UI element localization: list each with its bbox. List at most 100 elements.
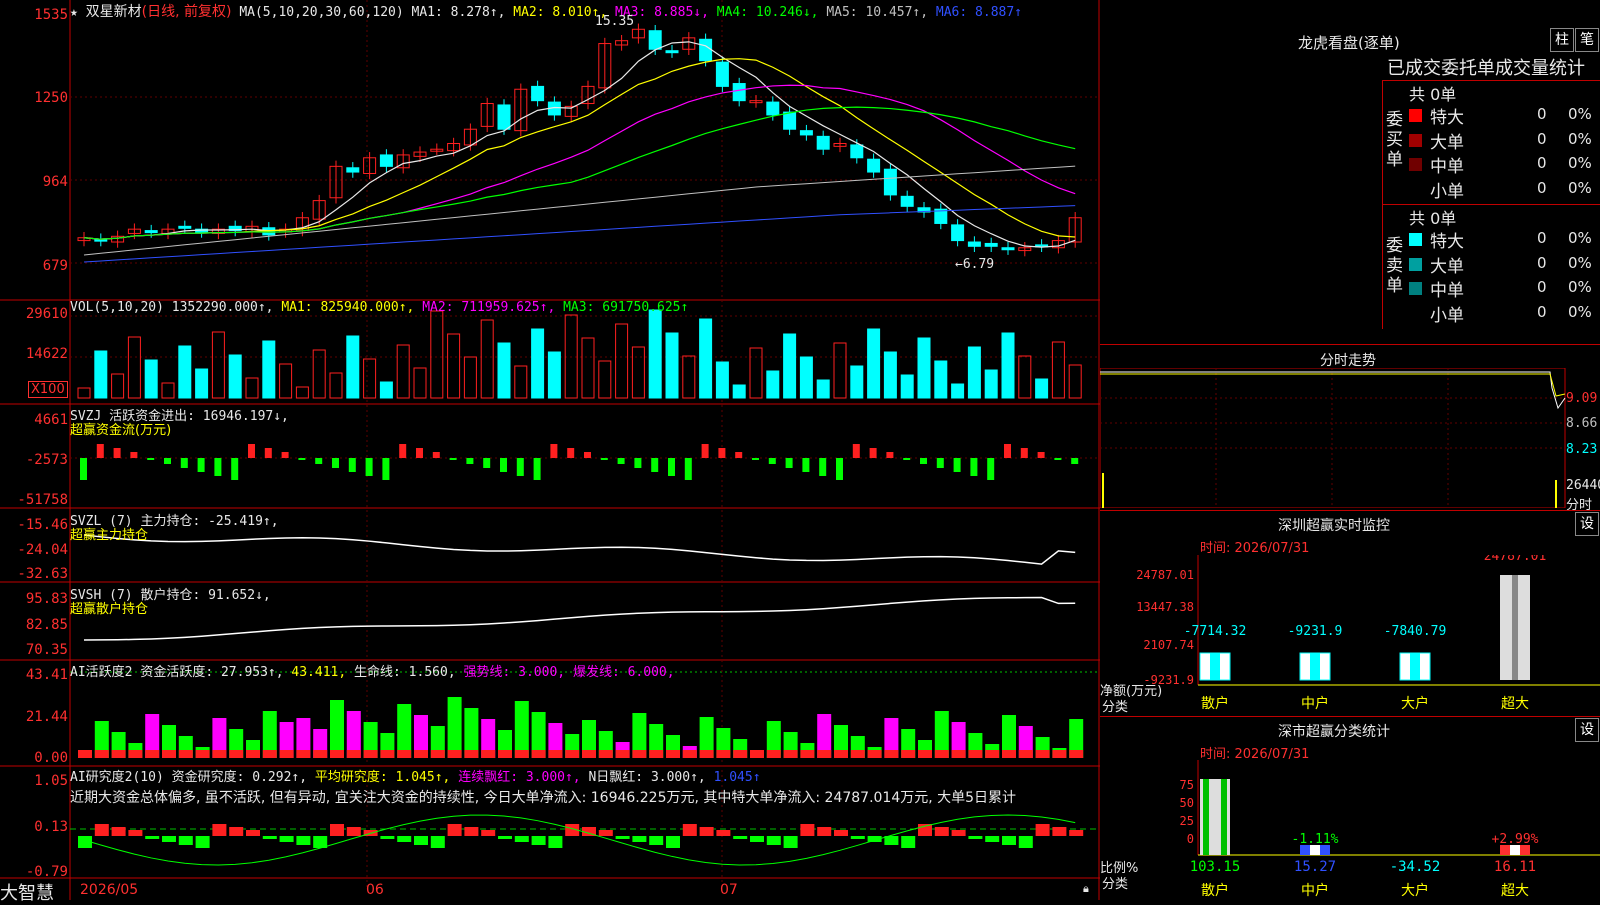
fl-settings-button[interactable]: 设 bbox=[1575, 718, 1599, 742]
vol-bar-7 bbox=[195, 368, 209, 399]
ai1-base-2 bbox=[111, 750, 126, 758]
ai1-base-52 bbox=[951, 750, 966, 758]
ai1-base-28 bbox=[548, 750, 563, 758]
intraday-title: 分时走势 bbox=[1320, 353, 1376, 369]
vol-bar-35 bbox=[665, 332, 679, 399]
high-price-mark: 15.35 bbox=[595, 14, 635, 29]
sz-net-chart: 24787.0113447.382107.74-9231.9-7714.32 -9… bbox=[1136, 555, 1600, 712]
vol-bar-11 bbox=[262, 340, 276, 399]
ai1-base-0 bbox=[78, 750, 92, 758]
ai1-base-16 bbox=[346, 750, 361, 758]
vol-bar-0 bbox=[77, 387, 91, 399]
sz-time: 时间: 2026/07/31 bbox=[1200, 541, 1310, 556]
sz-bar-inner-3 bbox=[1512, 575, 1518, 680]
candle-body-38 bbox=[715, 61, 729, 87]
svzj-bar-21 bbox=[432, 452, 440, 458]
sz-axis-0: 24787.01 bbox=[1136, 568, 1194, 582]
ai2-bar-45 bbox=[834, 830, 848, 836]
ai1-base-7 bbox=[195, 750, 210, 758]
ai1-item-1: 资金活跃度: 27.953↑, bbox=[140, 665, 292, 680]
order-stats-tab[interactable]: 已成交委托单成交量统计 bbox=[1387, 54, 1585, 80]
period-label: (日线, 前复权) bbox=[141, 4, 232, 20]
ai2-bar-56 bbox=[1018, 836, 1033, 848]
svzj-bar-24 bbox=[483, 458, 491, 468]
vol-bar-41 bbox=[766, 370, 780, 399]
buy-color-2 bbox=[1409, 158, 1422, 171]
candle-body-41 bbox=[766, 101, 780, 116]
svzj-bar-50 bbox=[920, 458, 927, 464]
ai2-bar-4 bbox=[145, 836, 160, 839]
ai1-base-13 bbox=[296, 750, 311, 758]
fl-cat-1: 中户 bbox=[1301, 882, 1329, 899]
ma-item-1: MA1: 8.278↑, bbox=[411, 5, 514, 20]
vol-bar-55 bbox=[1001, 332, 1015, 399]
svzj-bar-27 bbox=[533, 458, 541, 480]
svzj-axis-3: -51758 bbox=[17, 492, 68, 508]
sell-color-3 bbox=[1409, 306, 1422, 320]
ai2-bar-22 bbox=[447, 824, 462, 836]
svzj-bar-45 bbox=[836, 458, 843, 480]
volume-unit-badge[interactable]: X100 bbox=[28, 381, 68, 398]
kline-chart-svg[interactable] bbox=[0, 0, 1100, 900]
ai1-item-2: 43.411, bbox=[291, 665, 355, 680]
sell-pct-1: 0% bbox=[1568, 253, 1592, 272]
bar-view-button[interactable]: 柱 bbox=[1550, 28, 1574, 52]
ai2-item-1: 资金研究度: 0.292↑, bbox=[171, 770, 315, 785]
tick-view-button[interactable]: 笔 bbox=[1575, 28, 1599, 52]
svzj-bar-59 bbox=[1071, 458, 1079, 464]
buy-pct-1: 0% bbox=[1568, 129, 1592, 148]
ai2-bar-21 bbox=[430, 836, 445, 848]
ai2-line bbox=[83, 814, 1076, 866]
vol-bar-42 bbox=[783, 333, 797, 399]
candle-body-39 bbox=[732, 83, 746, 102]
ai2-bar-48 bbox=[884, 836, 899, 845]
sz-settings-button[interactable]: 设 bbox=[1575, 512, 1599, 536]
intraday-chart[interactable] bbox=[1100, 368, 1600, 508]
sz-value-1: -9231.9 bbox=[1288, 624, 1343, 639]
ai1-base-51 bbox=[934, 750, 949, 758]
candle-body-27 bbox=[531, 85, 545, 102]
ai2-bar-15 bbox=[330, 824, 344, 836]
svzj-bar-1 bbox=[96, 444, 104, 458]
ai2-bar-20 bbox=[414, 836, 428, 845]
svzj-bar-43 bbox=[802, 458, 810, 472]
sz-value-0: -7714.32 bbox=[1184, 624, 1247, 639]
vol-item-0: VOL(5,10,20) bbox=[70, 300, 172, 315]
ai2-bar-27 bbox=[531, 836, 546, 845]
ai1-base-32 bbox=[615, 750, 630, 758]
svzj-bar-3 bbox=[130, 452, 138, 458]
svzj-bar-41 bbox=[768, 458, 776, 464]
fl-pct-1: -1.11% bbox=[1292, 832, 1339, 847]
vol-bar-10 bbox=[245, 377, 259, 399]
vol-bar-26 bbox=[514, 365, 528, 399]
ai2-item-4: N日飘红: 3.000↑, bbox=[588, 770, 714, 785]
lock-icon[interactable]: 🔒︎ bbox=[1083, 882, 1089, 896]
svzj-bar-32 bbox=[617, 458, 625, 464]
svzj-bar-33 bbox=[634, 458, 642, 468]
buy-count-2: 0 bbox=[1537, 154, 1547, 172]
ai1-base-14 bbox=[313, 750, 328, 758]
ai1-base-17 bbox=[363, 750, 378, 758]
fl-val-0: 103.15 bbox=[1190, 859, 1241, 875]
ai1-base-57 bbox=[1035, 750, 1050, 758]
ai2-bar-11 bbox=[262, 836, 277, 839]
vol-item-1: 1352290.000↑, bbox=[171, 300, 282, 315]
svzj-bar-16 bbox=[348, 458, 356, 472]
ai2-bar-8 bbox=[212, 824, 227, 836]
ai1-item-3: 生命线: 1.560, bbox=[354, 665, 464, 680]
ai1-base-30 bbox=[582, 750, 596, 758]
ai1-base-55 bbox=[1002, 750, 1016, 758]
buy-orders-total: 共 0单 bbox=[1409, 85, 1457, 104]
ai2-item-0: AI研究度2(10) bbox=[70, 770, 172, 785]
vol-bar-54 bbox=[984, 369, 998, 399]
ai1-base-15 bbox=[330, 750, 344, 758]
vol-axis-1: 29610 bbox=[25, 306, 68, 322]
ai1-base-35 bbox=[666, 750, 680, 758]
vol-bar-8 bbox=[211, 331, 225, 399]
svzj-bar-57 bbox=[1037, 452, 1045, 458]
fl-axis-1: 50 bbox=[1180, 796, 1194, 810]
svsh-subtitle: 超赢散户持仓 bbox=[70, 602, 149, 617]
vol-bar-39 bbox=[732, 384, 746, 399]
ai1-base-50 bbox=[918, 750, 932, 758]
candle-body-34 bbox=[648, 30, 662, 50]
